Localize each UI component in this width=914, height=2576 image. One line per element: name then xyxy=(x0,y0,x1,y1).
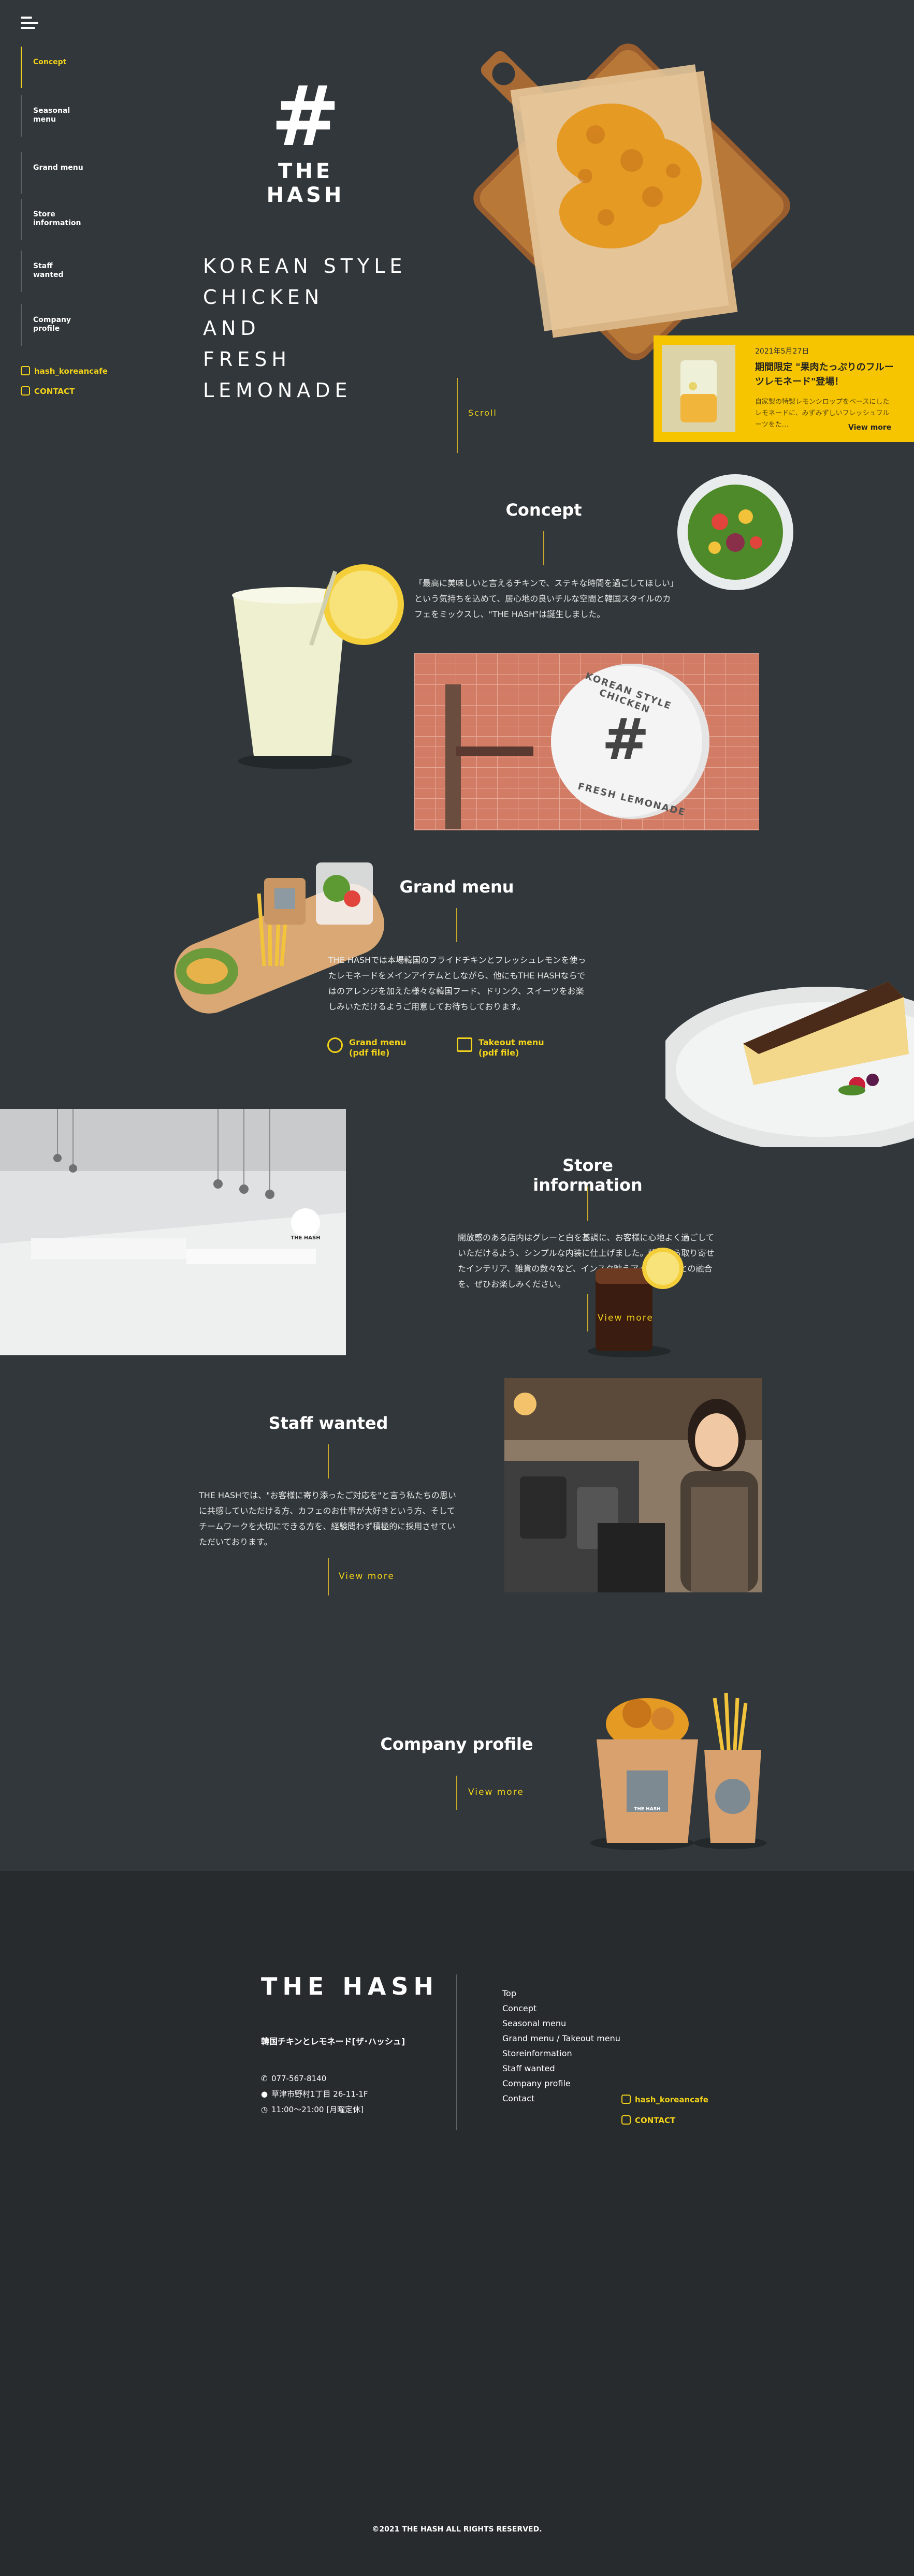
nav-store-information[interactable]: Store information xyxy=(21,199,81,240)
store-interior-photo: THE HASH xyxy=(0,1109,346,1355)
mail-icon xyxy=(621,2115,631,2125)
instagram-handle: hash_koreancafe xyxy=(34,367,108,376)
grand-menu-link-sub: (pdf file) xyxy=(349,1048,390,1058)
hero-line: KOREAN STYLE xyxy=(203,255,407,277)
takeout-menu-link-sub: (pdf file) xyxy=(478,1048,519,1058)
mail-icon xyxy=(21,386,30,396)
nav-concept[interactable]: Concept xyxy=(21,47,104,88)
footer-logo[interactable]: THE HASH xyxy=(261,1972,439,2000)
store-sign-photo: KOREAN STYLE CHICKEN # FRESH LEMONADE xyxy=(414,653,759,830)
takeout-cups-photo: THE HASH xyxy=(590,1682,787,1853)
contact-link[interactable]: CONTACT xyxy=(21,386,75,396)
scroll-line xyxy=(457,378,458,453)
footer-instagram-handle: hash_koreancafe xyxy=(635,2095,708,2104)
company-profile-title: Company profile xyxy=(380,1734,533,1754)
menu-book-icon xyxy=(327,1037,343,1053)
news-date: 2021年5月27日 xyxy=(755,347,809,356)
concept-title: Concept xyxy=(505,500,582,520)
footer-contact-info: ✆ 077-567-8140 ● 草津市野村1丁目 26-11-1F ◷ 11:00〜… xyxy=(261,2071,368,2117)
news-view-more[interactable]: View more xyxy=(845,423,892,432)
copyright: ©2021 THE HASH ALL RIGHTS RESERVED. xyxy=(372,2525,542,2534)
footer-contact-link[interactable]: CONTACT xyxy=(621,2115,675,2125)
nav-seasonal-menu[interactable]: Seasonal menu xyxy=(21,95,78,137)
footer: THE HASH 韓国チキンとレモネード[ザ･ハッシュ] ✆ 077-567-81… xyxy=(0,1871,914,2576)
menu-icon[interactable] xyxy=(21,17,38,32)
footer-link-grand-takeout-menu[interactable]: Grand menu / Takeout menu xyxy=(502,2031,620,2046)
footer-contact-label: CONTACT xyxy=(635,2116,676,2125)
footer-shop-name: 韓国チキンとレモネード[ザ･ハッシュ] xyxy=(261,2037,405,2046)
hash-logo-mark: # xyxy=(270,68,341,165)
staff-text: THE HASHでは、"お客様に寄り添ったご対応を"と言う私たちの思いに共感して… xyxy=(199,1490,456,1547)
store-viewmore-line xyxy=(587,1294,588,1331)
nav-company-profile[interactable]: Company profile xyxy=(21,304,72,346)
news-title[interactable]: 期間限定 "果肉たっぷりのフルーツレモネード"登場！ xyxy=(755,360,895,389)
news-thumbnail-lemonade xyxy=(662,345,735,432)
nav-grand-menu[interactable]: Grand menu xyxy=(21,152,104,194)
nav-staff-wanted[interactable]: Staff wanted xyxy=(21,251,64,292)
sign-hash-mark: # xyxy=(602,706,650,772)
news-card[interactable]: 2021年5月27日 期間限定 "果肉たっぷりのフルーツレモネード"登場！ 自家… xyxy=(654,335,914,442)
concept-text: 「最高に美味しいと言えるチキンで、ステキな時間を過ごしてほしい」という気持ちを込… xyxy=(414,578,674,619)
footer-phone: 077-567-8140 xyxy=(271,2074,327,2083)
grand-menu-text: THE HASHでは本場韓国のフライドチキンとフレッシュレモンを使ったレモネード… xyxy=(328,955,586,1012)
takeout-menu-link-label: Takeout menu xyxy=(478,1037,544,1047)
footer-hours: 11:00〜21:00 [月曜定休] xyxy=(271,2105,364,2114)
phone-icon: ✆ xyxy=(261,2074,268,2083)
salad-bowl-photo xyxy=(673,470,797,594)
takeout-menu-pdf-link[interactable]: Takeout menu (pdf file) xyxy=(457,1037,544,1058)
footer-link-staff-wanted[interactable]: Staff wanted xyxy=(502,2061,620,2076)
staff-wanted-title: Staff wanted xyxy=(268,1413,388,1433)
store-view-more[interactable]: View more xyxy=(598,1313,654,1323)
instagram-link[interactable]: hash_koreancafe xyxy=(21,366,108,376)
hero-photo-chicken xyxy=(456,5,818,378)
instagram-icon xyxy=(21,366,30,375)
grand-menu-divider xyxy=(456,908,457,942)
store-divider xyxy=(587,1187,588,1221)
takeout-bag-icon xyxy=(457,1037,472,1052)
footer-link-seasonal-menu[interactable]: Seasonal menu xyxy=(502,2016,620,2031)
footer-instagram-link[interactable]: hash_koreancafe xyxy=(621,2095,708,2104)
instagram-icon xyxy=(621,2095,631,2104)
clock-icon: ◷ xyxy=(261,2105,268,2114)
hero-line: FRESH xyxy=(203,348,291,371)
staff-viewmore-line xyxy=(328,1558,329,1596)
footer-link-concept[interactable]: Concept xyxy=(502,2001,620,2016)
footer-link-store-information[interactable]: Storeinformation xyxy=(502,2046,620,2061)
grand-menu-title: Grand menu xyxy=(399,877,514,897)
staff-barista-photo xyxy=(504,1378,762,1592)
hero-line: AND xyxy=(203,317,260,340)
footer-nav: Top Concept Seasonal menu Grand menu / T… xyxy=(502,1986,620,2106)
concept-divider xyxy=(543,531,544,565)
lemonade-cup-photo xyxy=(223,559,414,777)
hero-headline: KOREAN STYLE CHICKEN AND FRESH LEMONADE xyxy=(203,251,407,406)
cheesecake-photo xyxy=(655,950,914,1152)
staff-view-more[interactable]: View more xyxy=(339,1571,395,1582)
logo-wordmark: THE HASH xyxy=(266,159,345,207)
footer-link-contact[interactable]: Contact xyxy=(502,2091,620,2106)
interior-sign-text: THE HASH xyxy=(291,1235,321,1241)
company-viewmore-line xyxy=(456,1776,457,1810)
scroll-label[interactable]: Scroll xyxy=(468,408,497,418)
brand-logo[interactable]: # THE HASH xyxy=(243,68,368,208)
grand-menu-link-label: Grand menu xyxy=(349,1037,407,1047)
grand-menu-pdf-link[interactable]: Grand menu (pdf file) xyxy=(327,1037,407,1058)
footer-divider xyxy=(456,1974,457,2130)
staff-divider xyxy=(328,1444,329,1479)
footer-address: 草津市野村1丁目 26-11-1F xyxy=(271,2089,368,2099)
footer-link-top[interactable]: Top xyxy=(502,1986,620,2001)
hero-line: LEMONADE xyxy=(203,379,352,402)
company-view-more[interactable]: View more xyxy=(468,1787,524,1797)
cup-logo-text: THE HASH xyxy=(634,1807,661,1812)
contact-label: CONTACT xyxy=(34,387,75,396)
cola-glass-photo xyxy=(585,1248,694,1362)
hero-line: CHICKEN xyxy=(203,286,324,309)
footer-link-company-profile[interactable]: Company profile xyxy=(502,2076,620,2091)
location-pin-icon: ● xyxy=(261,2089,268,2099)
